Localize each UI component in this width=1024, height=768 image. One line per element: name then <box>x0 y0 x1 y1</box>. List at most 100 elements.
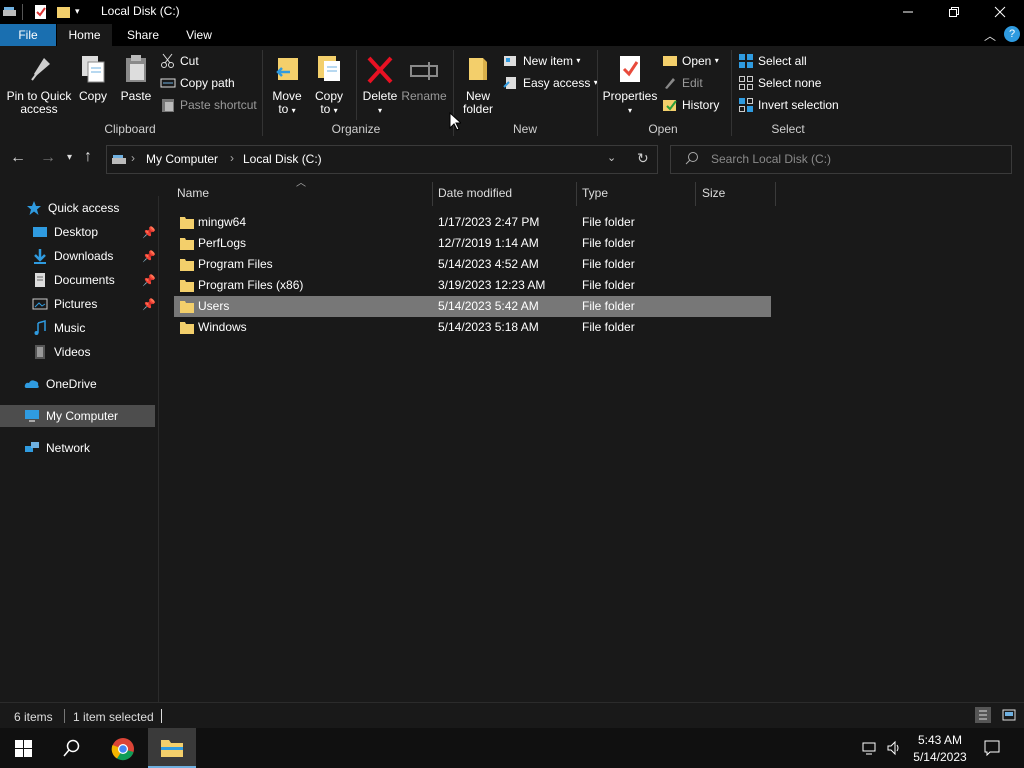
invert-selection-button[interactable]: Invert selection <box>738 95 839 115</box>
search-icon[interactable] <box>63 739 81 760</box>
column-divider[interactable] <box>775 182 776 206</box>
documents-icon <box>35 273 45 287</box>
history-icon <box>663 100 677 111</box>
open-group-label: Open <box>648 122 678 136</box>
new-folder-button[interactable]: New folder <box>458 52 498 116</box>
open-button[interactable]: Open ▾ <box>662 51 719 71</box>
sidebar-item-label: OneDrive <box>46 377 97 391</box>
table-row[interactable]: Program Files (x86) 3/19/2023 12:23 AM F… <box>174 275 771 296</box>
column-header-name[interactable]: Name <box>177 178 209 208</box>
sidebar-item-pictures[interactable]: Pictures <box>32 293 97 315</box>
sidebar-item-my-computer[interactable]: My Computer <box>24 405 118 427</box>
refresh-icon[interactable]: ↻ <box>637 150 649 167</box>
volume-tray-icon[interactable] <box>886 740 902 759</box>
new-item-button[interactable]: New item ▾ <box>503 51 580 71</box>
file-date: 5/14/2023 5:18 AM <box>438 320 539 334</box>
edit-button[interactable]: Edit <box>662 73 703 93</box>
search-box[interactable]: Search Local Disk (C:) <box>670 145 1012 174</box>
copy-path-icon <box>160 78 176 88</box>
move-to-button[interactable]: Move to ▾ <box>268 52 306 117</box>
select-all-button[interactable]: Select all <box>738 51 807 71</box>
new-item-label: New item <box>523 54 574 68</box>
table-row[interactable]: Program Files 5/14/2023 4:52 AM File fol… <box>174 254 771 275</box>
tab-share[interactable]: Share <box>116 24 170 46</box>
column-header-type[interactable]: Type <box>582 178 608 208</box>
properties-button[interactable]: Properties ▾ <box>602 52 658 117</box>
paste-button[interactable]: Paste <box>118 52 154 103</box>
column-header-size[interactable]: Size <box>702 178 725 208</box>
file-type: File folder <box>582 278 635 292</box>
paste-shortcut-button[interactable]: Paste shortcut <box>160 95 257 115</box>
breadcrumb-local-disk[interactable]: Local Disk (C:) <box>243 152 322 166</box>
up-arrow-icon[interactable]: ↑ <box>84 148 92 166</box>
large-icons-view-icon[interactable] <box>1001 707 1017 726</box>
videos-icon <box>35 345 45 359</box>
notifications-icon[interactable] <box>984 740 1000 759</box>
help-icon[interactable]: ? <box>1004 26 1020 42</box>
easy-access-button[interactable]: Easy access ▾ <box>503 73 598 93</box>
table-row-selected[interactable]: Users 5/14/2023 5:42 AM File folder <box>174 296 771 317</box>
back-arrow-icon[interactable]: ← <box>10 149 26 167</box>
edit-icon <box>665 78 675 89</box>
restore-button[interactable] <box>931 0 977 24</box>
sidebar-item-documents[interactable]: Documents <box>32 269 115 291</box>
table-row[interactable]: PerfLogs 12/7/2019 1:14 AM File folder <box>174 233 771 254</box>
new-folder-quick-icon[interactable] <box>56 4 72 20</box>
sidebar-item-downloads[interactable]: Downloads <box>32 245 113 267</box>
status-bar: 6 items 1 item selected <box>0 702 1024 729</box>
select-none-button[interactable]: Select none <box>738 73 821 93</box>
sidebar-item-desktop[interactable]: Desktop <box>32 221 98 243</box>
table-row[interactable]: Windows 5/14/2023 5:18 AM File folder <box>174 317 771 338</box>
network-tray-icon[interactable] <box>862 740 878 759</box>
sidebar-item-quick-access[interactable]: Quick access <box>26 197 119 219</box>
close-button[interactable] <box>977 0 1023 24</box>
cut-button[interactable]: Cut <box>160 51 199 71</box>
clock-date[interactable]: 5/14/2023 <box>910 749 970 765</box>
breadcrumb-my-computer[interactable]: My Computer <box>146 152 218 166</box>
tab-home[interactable]: Home <box>57 24 112 46</box>
minimize-button[interactable] <box>885 0 931 24</box>
collapse-ribbon-icon[interactable]: ︿ <box>984 27 996 44</box>
file-type: File folder <box>582 299 635 313</box>
new-folder-icon <box>469 58 487 80</box>
forward-arrow-icon[interactable]: → <box>40 149 56 167</box>
column-header-date-modified[interactable]: Date modified <box>438 178 512 208</box>
tab-view[interactable]: View <box>172 24 226 46</box>
sidebar-item-videos[interactable]: Videos <box>32 341 90 363</box>
clock-time[interactable]: 5:43 AM <box>912 732 968 748</box>
sidebar-item-onedrive[interactable]: OneDrive <box>24 373 97 395</box>
copy-to-button[interactable]: Copy to ▾ <box>310 52 348 117</box>
column-divider[interactable] <box>576 182 577 206</box>
chevron-down-icon: ▾ <box>627 106 632 115</box>
sidebar-item-label: My Computer <box>46 409 119 423</box>
recent-locations-chevron-icon[interactable]: ▾ <box>67 152 72 163</box>
file-name: Program Files (x86) <box>198 278 304 292</box>
copy-button[interactable]: Copy <box>76 52 110 103</box>
copy-to-label-1: Copy <box>314 89 343 103</box>
sidebar-item-music[interactable]: Music <box>32 317 85 339</box>
file-date: 1/17/2023 2:47 PM <box>438 215 540 229</box>
delete-button[interactable]: Delete ▾ <box>360 52 400 117</box>
tab-file[interactable]: File <box>0 24 56 46</box>
column-divider[interactable] <box>432 182 433 206</box>
customize-quick-access-icon[interactable]: ▾ <box>75 6 80 22</box>
address-bar[interactable]: › My Computer › Local Disk (C:) ⌄ ↻ <box>106 145 658 174</box>
address-dropdown-chevron-icon[interactable]: ⌄ <box>607 151 616 164</box>
copy-path-label: Copy path <box>180 76 235 90</box>
taskbar: 5:43 AM 5/14/2023 <box>0 728 1024 768</box>
history-button[interactable]: History <box>662 95 719 115</box>
table-row[interactable]: mingw64 1/17/2023 2:47 PM File folder <box>174 212 771 233</box>
column-divider[interactable] <box>695 182 696 206</box>
properties-quick-icon[interactable] <box>33 4 49 20</box>
copy-path-button[interactable]: Copy path <box>160 73 235 93</box>
sidebar-item-network[interactable]: Network <box>24 437 90 459</box>
chrome-icon[interactable] <box>111 737 135 764</box>
file-explorer-taskbar-button[interactable] <box>148 728 196 768</box>
move-to-icon <box>276 58 298 80</box>
copy-to-icon <box>318 56 340 81</box>
details-view-icon[interactable] <box>975 707 991 723</box>
rename-button[interactable]: Rename <box>400 52 448 103</box>
download-icon <box>34 249 46 264</box>
pin-to-quick-access-button[interactable]: Pin to Quick access <box>4 52 74 116</box>
windows-start-icon[interactable] <box>15 740 32 760</box>
